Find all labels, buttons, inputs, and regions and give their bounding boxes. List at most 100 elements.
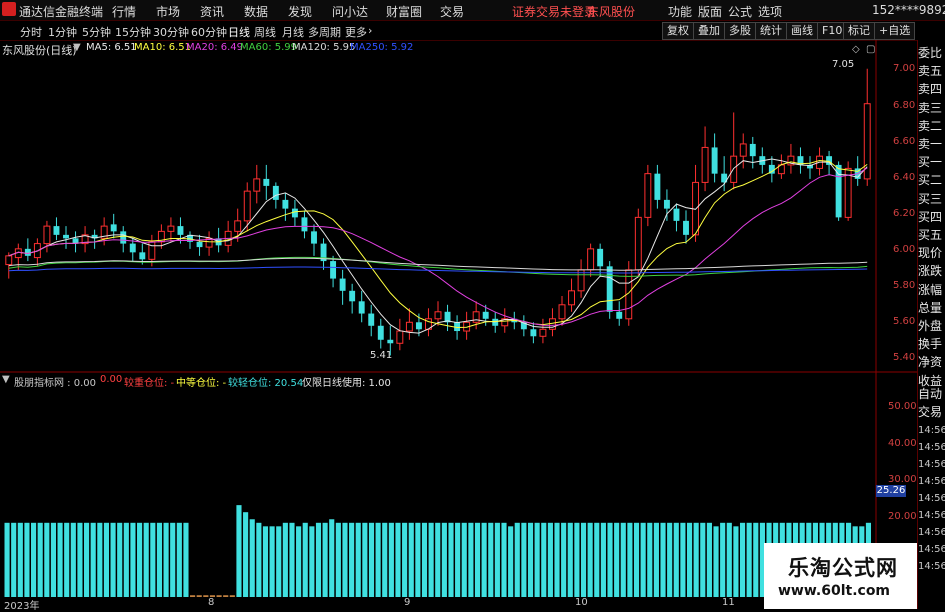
indicator-bar (309, 526, 315, 597)
heavy-position-label: 较重仓位: - (124, 378, 175, 389)
indicator-bar (329, 519, 335, 597)
menu-item-jiaoyi[interactable]: 交易 (440, 3, 464, 20)
diamond-icon[interactable]: ◇ (852, 44, 860, 55)
auto-trade-label[interactable]: 自动 (918, 385, 945, 402)
quote-row-label: 买二 (918, 173, 943, 188)
tab-more[interactable]: 更多 (345, 24, 367, 40)
candle-body (177, 226, 184, 235)
kline-chart[interactable] (0, 40, 917, 609)
tab-60min[interactable]: 60分钟 (191, 24, 227, 40)
indicator-dropdown-icon[interactable]: ▼ (2, 374, 10, 385)
menu-item-hangqing[interactable]: 行情 (112, 3, 136, 20)
menu-item-shuju[interactable]: 数据 (244, 3, 268, 20)
quote-row-label: 卖二 (918, 118, 943, 133)
price-tick: 7.00 (893, 63, 916, 74)
mark-button[interactable]: 标记 (843, 22, 875, 40)
tab-daily[interactable]: 日线 (228, 24, 250, 40)
candle-body (263, 178, 270, 186)
tab-monthly[interactable]: 月线 (282, 24, 304, 40)
window-icon[interactable]: ▢ (866, 44, 875, 55)
indicator-bar (746, 522, 752, 597)
candle-body (43, 225, 51, 245)
low-price-label: 5.41 (370, 350, 393, 361)
indicator-bar (123, 522, 129, 597)
draw-line-button[interactable]: 画线 (786, 22, 818, 40)
indicator-bar (296, 526, 302, 597)
indicator-bar (256, 522, 262, 597)
indicator-bar (44, 522, 50, 597)
month-label: 2023年 (4, 601, 40, 612)
tick-time: 14:56 (918, 527, 945, 538)
quote-row-label: 总量 (918, 300, 943, 315)
indicator-bar (368, 522, 375, 597)
indicator-bar (706, 522, 712, 597)
indicator-bars (4, 505, 871, 597)
menu-item-wenxiaoda[interactable]: 问小达 (332, 3, 368, 20)
indicator-bar (269, 526, 275, 597)
tab-weekly[interactable]: 周线 (254, 24, 276, 40)
indicator-bar (402, 522, 408, 597)
indicator-bar (567, 522, 573, 597)
tab-multi-period[interactable]: 多周期 (308, 24, 341, 40)
indicator-bar (103, 522, 110, 597)
tick-time: 14:56 (918, 544, 945, 555)
multi-stock-button[interactable]: 多股 (724, 22, 756, 40)
tab-30min[interactable]: 30分钟 (153, 24, 189, 40)
menu-item-gongneng[interactable]: 功能 (668, 3, 692, 20)
tab-fenshi[interactable]: 分时 (20, 24, 42, 40)
statistics-button[interactable]: 统计 (755, 22, 787, 40)
indicator-bar (488, 522, 494, 597)
menu-item-shichang[interactable]: 市场 (156, 3, 180, 20)
tab-15min[interactable]: 15分钟 (115, 24, 151, 40)
indicator-bar (627, 522, 633, 597)
menu-item-banmian[interactable]: 版面 (698, 3, 722, 20)
menu-item-zixun[interactable]: 资讯 (200, 3, 224, 20)
indicator-bar (421, 522, 428, 597)
indicator-bar (243, 512, 249, 597)
more-chevron-icon[interactable]: › (368, 24, 372, 37)
add-favorite-button[interactable]: +自选 (874, 22, 916, 40)
quote-row-label: 卖四 (918, 82, 943, 97)
indicator-bar (733, 526, 739, 597)
candle-body (349, 290, 356, 302)
menu-item-caifuquan[interactable]: 财富圈 (386, 3, 422, 20)
menu-item-xuanxiang[interactable]: 选项 (758, 3, 782, 20)
candle-body (387, 339, 394, 344)
indicator-bar (713, 526, 719, 597)
overlay-button[interactable]: 叠加 (693, 22, 725, 40)
price-tick: 6.20 (893, 208, 916, 219)
indicator-bar (289, 522, 295, 597)
trade-login-notice[interactable]: 证券交易未登录 (512, 3, 596, 20)
candle-body (120, 231, 127, 244)
indicator-bar (64, 522, 70, 597)
indicator-bar (70, 522, 76, 597)
menu-item-faxian[interactable]: 发现 (288, 3, 312, 20)
candle-body (5, 255, 13, 266)
indicator-bar (163, 522, 169, 597)
indicator-bar (362, 522, 368, 597)
indicator-bar (614, 522, 620, 597)
indicator-bar (726, 522, 732, 597)
candle-body (749, 143, 756, 157)
indicator-bar (561, 522, 567, 597)
candle-body (701, 146, 709, 183)
tab-1min[interactable]: 1分钟 (48, 24, 77, 40)
user-account[interactable]: 152****9892 (872, 3, 945, 17)
trade-label[interactable]: 交易 (918, 403, 945, 420)
indicator-bar (455, 522, 461, 597)
tab-5min[interactable]: 5分钟 (82, 24, 111, 40)
light-position-label: 较轻仓位: 20.54 (228, 378, 304, 389)
price-tick: 6.00 (893, 244, 916, 255)
candle-body (396, 330, 404, 344)
candle-body (644, 173, 652, 218)
menu-item-gongshi[interactable]: 公式 (728, 3, 752, 20)
indicator-bar (474, 522, 481, 597)
indicator-bar (448, 522, 454, 597)
indicator-bar (31, 522, 37, 597)
indicator-bar (534, 522, 540, 597)
watermark-url: www.60lt.com (778, 583, 891, 599)
indicator-bar (315, 522, 322, 597)
tick-time: 14:56 (918, 425, 945, 436)
fuquan-button[interactable]: 复权 (662, 22, 694, 40)
candle-body (863, 103, 871, 180)
